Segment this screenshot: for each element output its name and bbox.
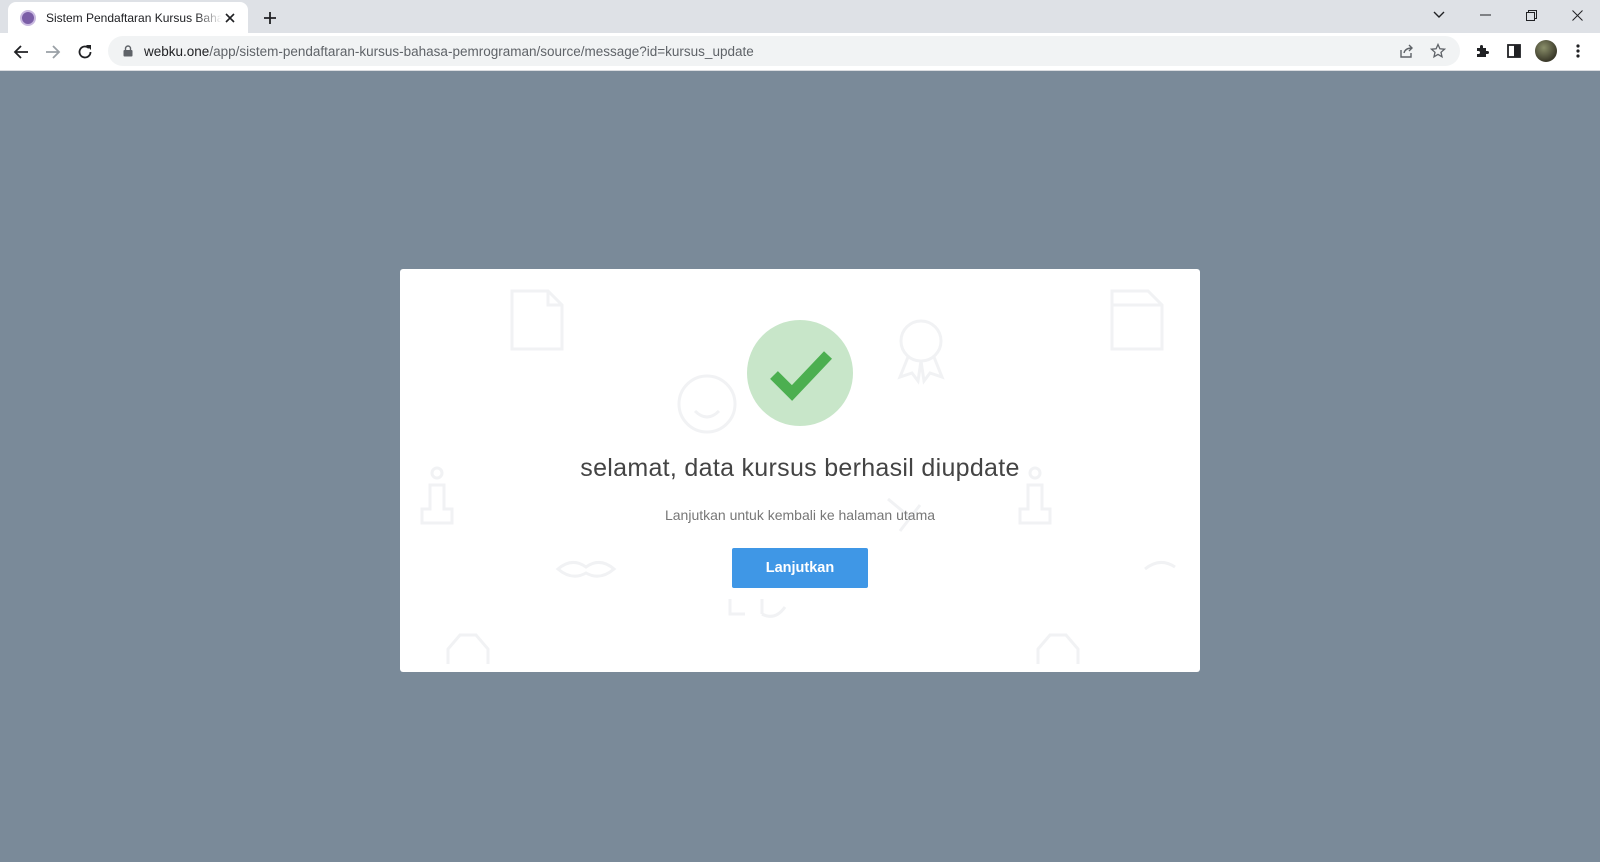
favicon-icon	[20, 10, 36, 26]
address-bar[interactable]: webku.one/app/sistem-pendaftaran-kursus-…	[108, 36, 1460, 66]
url-host: webku.one	[144, 43, 210, 59]
message-subtitle: Lanjutkan untuk kembali ke halaman utama	[664, 507, 936, 523]
page-content: selamat, data kursus berhasil diupdate L…	[0, 71, 1600, 862]
window-controls	[1416, 0, 1600, 32]
message-card: selamat, data kursus berhasil diupdate L…	[400, 269, 1200, 672]
url-text[interactable]: webku.one/app/sistem-pendaftaran-kursus-…	[144, 44, 1388, 59]
message-title: selamat, data kursus berhasil diupdate	[580, 454, 1020, 482]
url-path: /app/sistem-pendaftaran-kursus-bahasa-pe…	[209, 43, 754, 59]
tab-title: Sistem Pendaftaran Kursus Bahasa Pemrogr…	[46, 11, 222, 25]
avatar	[1535, 40, 1557, 62]
tab-search-icon[interactable]	[1416, 0, 1462, 30]
profile-avatar[interactable]	[1530, 35, 1562, 67]
close-tab-icon[interactable]	[222, 10, 238, 26]
continue-button[interactable]: Lanjutkan	[732, 548, 868, 588]
reload-icon[interactable]	[69, 36, 101, 68]
share-icon[interactable]	[1392, 37, 1420, 65]
browser-toolbar: webku.one/app/sistem-pendaftaran-kursus-…	[0, 33, 1600, 71]
extensions-icon[interactable]	[1466, 35, 1498, 67]
tab-strip: Sistem Pendaftaran Kursus Bahasa Pemrogr…	[0, 0, 1600, 34]
browser-tab[interactable]: Sistem Pendaftaran Kursus Bahasa Pemrogr…	[8, 2, 248, 34]
side-panel-icon[interactable]	[1498, 35, 1530, 67]
lock-icon[interactable]	[120, 43, 136, 59]
toolbar-right	[1466, 35, 1594, 67]
restore-icon[interactable]	[1508, 0, 1554, 30]
bookmark-star-icon[interactable]	[1424, 37, 1452, 65]
back-icon[interactable]	[5, 36, 37, 68]
close-window-icon[interactable]	[1554, 0, 1600, 30]
kebab-menu-icon[interactable]	[1562, 35, 1594, 67]
checkmark-icon	[770, 351, 832, 401]
forward-icon[interactable]	[37, 36, 69, 68]
new-tab-icon[interactable]	[258, 6, 282, 30]
minimize-icon[interactable]	[1462, 0, 1508, 30]
success-check-badge	[747, 320, 853, 426]
